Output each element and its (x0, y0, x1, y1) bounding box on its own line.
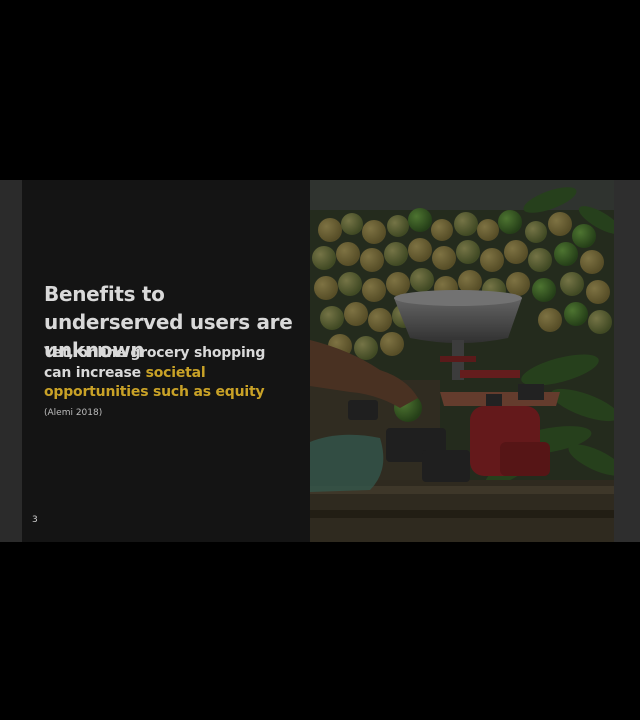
slide-viewer: Benefits to underserved users are unknow… (0, 0, 640, 720)
market-produce-photo (310, 180, 614, 542)
slide-body: Yet, online grocery shopping can increas… (44, 344, 294, 403)
citation: (Alemi 2018) (44, 408, 103, 418)
slide-text-panel: Benefits to underserved users are unknow… (22, 180, 310, 542)
right-edge-strip (614, 180, 640, 542)
left-edge-strip (0, 180, 22, 542)
slide: Benefits to underserved users are unknow… (0, 180, 640, 542)
page-number: 3 (32, 515, 38, 525)
